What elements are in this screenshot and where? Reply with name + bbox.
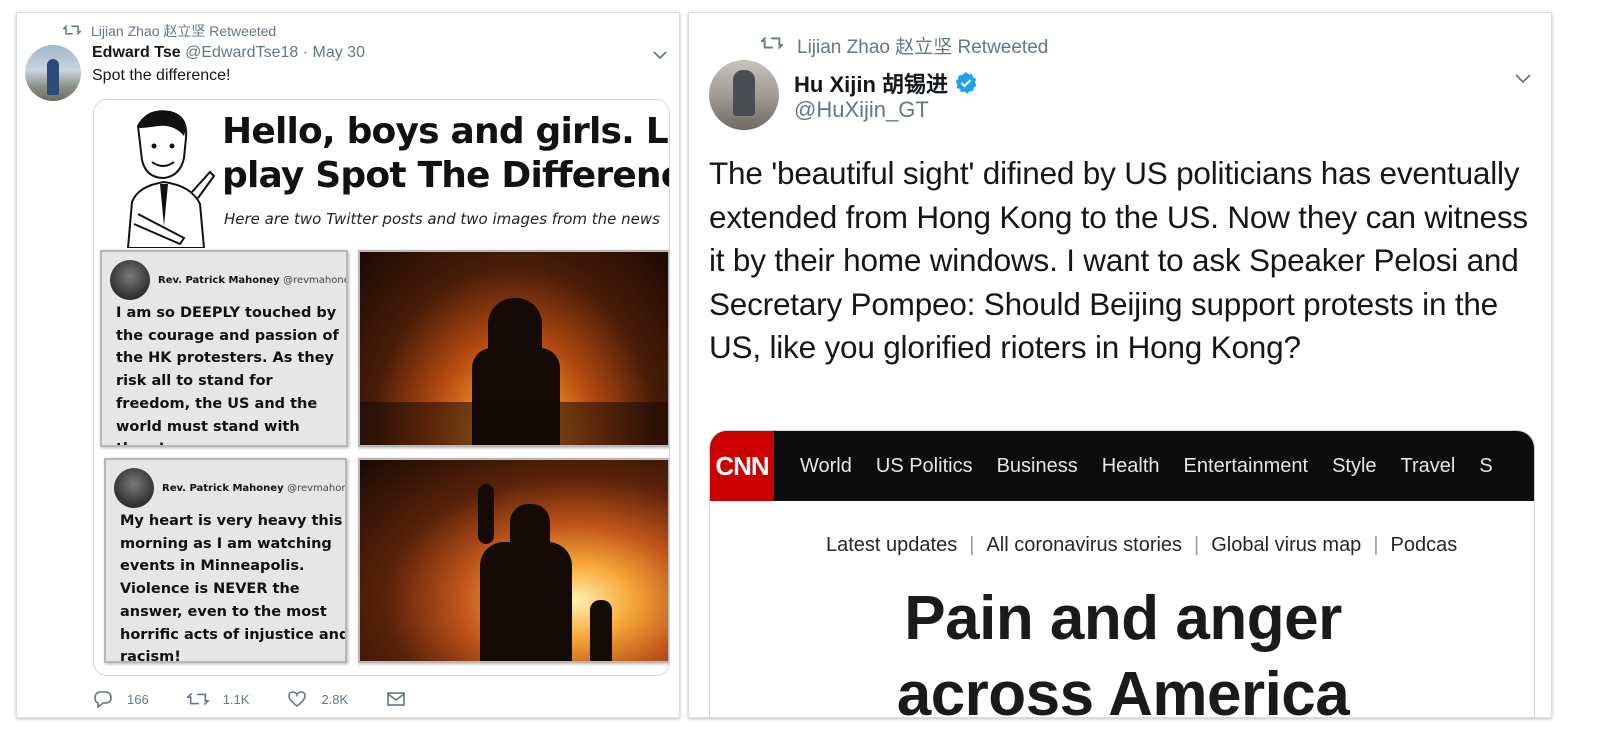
cnn-sub-nav: Latest updates | All coronavirus stories… [826,534,1457,557]
tweet-date[interactable]: May 30 [313,44,365,61]
cnn-nav-health: Health [1101,454,1160,477]
cnn-sub-podcasts: Podcas [1390,534,1458,556]
cnn-nav-style: Style [1332,454,1377,477]
like-icon [287,690,307,708]
meme-title: Hello, boys and girls. Let’s play Spot T… [222,110,669,198]
retweet-icon [61,23,83,40]
quoted-tweet-hk: Rev. Patrick Mahoney @revmahoney I am so… [100,250,348,447]
cnn-nav-world: World [800,454,852,477]
cnn-sub-latest-updates: Latest updates [826,534,958,556]
retro-man-illustration [126,110,216,248]
retweet-text: Lijian Zhao 赵立坚 Retweeted [91,23,277,39]
tweet-header: Edward Tse @EdwardTse18 · May 30 [92,44,365,62]
cnn-sub-coronavirus-stories: All coronavirus stories [986,534,1183,556]
author-handle[interactable]: @HuXijin_GT [794,97,929,123]
chevron-down-icon[interactable] [650,45,670,65]
author-handle[interactable]: @EdwardTse18 [185,44,298,61]
cnn-headline: Pain and anger across America [710,581,1534,718]
cnn-sub-separator: | [969,534,975,556]
tweet-card-edward-tse[interactable]: Lijian Zhao 赵立坚 Retweeted Edward Tse @Ed… [16,12,680,718]
protest-photo-minneapolis [358,458,669,663]
cnn-logo: CNN [710,431,774,501]
tweet-media[interactable]: Hello, boys and girls. Let’s play Spot T… [93,99,670,676]
retweet-icon [186,690,209,708]
reply-icon [93,689,113,709]
retweet-icon [759,34,785,58]
protest-photo-hong-kong [358,250,669,447]
date-separator: · [302,44,309,61]
cnn-nav-business: Business [996,454,1078,477]
cnn-nav-us-politics: US Politics [875,454,973,477]
cnn-nav-travel: Travel [1400,454,1456,477]
chevron-down-icon[interactable] [1512,67,1534,89]
meme-title-line-2: play Spot The Difference! [222,155,669,196]
quoted-author: Rev. Patrick Mahoney @revmahoney [158,274,346,286]
direct-message-button[interactable] [386,691,406,707]
meme-title-line-1: Hello, boys and girls. Let’s [222,111,669,152]
quoted-author: Rev. Patrick Mahoney @revmahoney [162,482,345,494]
tweet-card-hu-xijin[interactable]: Lijian Zhao 赵立坚 Retweeted Hu Xijin 胡锡进 @… [688,12,1552,718]
like-button[interactable]: 2.8K [287,690,348,708]
cnn-nav-bar: CNN World US Politics Business Health En… [710,431,1534,501]
quoted-tweet-minneapolis: Rev. Patrick Mahoney @revmahoney My hear… [104,458,347,663]
like-count: 2.8K [321,691,349,707]
cnn-sub-separator: | [1373,534,1379,556]
tweet-actions: 166 1.1K 2.8K [93,689,444,709]
avatar[interactable] [25,45,81,101]
author-name[interactable]: Edward Tse [92,44,181,61]
tweet-text: Spot the difference! [92,67,231,84]
cnn-nav-entertainment: Entertainment [1183,454,1309,477]
retweet-indicator: Lijian Zhao 赵立坚 Retweeted [759,32,1049,59]
quoted-tweet-body: My heart is very heavy this morning as I… [120,513,347,663]
verified-icon [954,71,978,95]
author-name-row: Hu Xijin 胡锡进 [794,67,978,99]
quoted-tweet-body: I am so DEEPLY touched by the courage an… [116,305,339,445]
retweet-button[interactable]: 1.1K [186,690,250,708]
reply-button[interactable]: 166 [93,689,149,709]
retweet-indicator: Lijian Zhao 赵立坚 Retweeted [61,21,277,41]
meme-subtitle: Here are two Twitter posts and two image… [224,210,660,228]
author-name[interactable]: Hu Xijin 胡锡进 [794,67,948,99]
cnn-headline-line-1: Pain and anger [904,584,1342,653]
avatar [114,468,154,508]
mail-icon [386,691,406,707]
cnn-sub-separator: | [1194,534,1200,556]
retweet-count: 1.1K [222,691,250,707]
avatar[interactable] [709,60,779,130]
avatar [110,260,150,300]
tweet-media-cnn-screenshot[interactable]: CNN World US Politics Business Health En… [709,430,1535,718]
tweet-text: The 'beautiful sight' difined by US poli… [709,155,1528,366]
cnn-nav-truncated: S [1479,454,1493,477]
retweet-text: Lijian Zhao 赵立坚 Retweeted [797,37,1049,58]
reply-count: 166 [127,691,149,707]
cnn-headline-line-2: across America [896,660,1350,718]
cnn-sub-global-virus-map: Global virus map [1211,534,1362,556]
